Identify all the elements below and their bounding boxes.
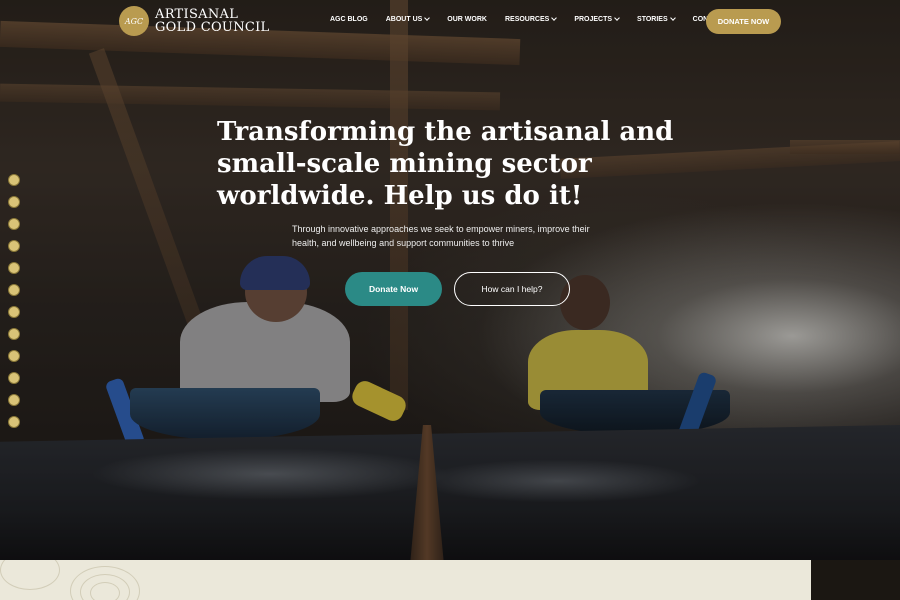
slider-dot[interactable] — [8, 416, 20, 428]
nav-item-label: STORIES — [637, 16, 668, 23]
nav-item-label: RESOURCES — [504, 16, 550, 23]
slider-dot[interactable] — [8, 174, 20, 186]
contour-pattern — [0, 560, 60, 590]
nav-item-label: OUR WORK — [447, 16, 487, 23]
nav-item-label: PROJECTS — [574, 16, 613, 23]
nav-item-label: ABOUT US — [385, 16, 423, 23]
slider-dot[interactable] — [8, 328, 20, 340]
bottom-right-background — [811, 560, 900, 600]
slider-dot[interactable] — [8, 262, 20, 274]
logo-emblem-icon: AGC — [119, 6, 149, 36]
slider-dot[interactable] — [8, 196, 20, 208]
how-can-i-help-button[interactable]: How can I help? — [454, 272, 570, 306]
slider-dot[interactable] — [8, 306, 20, 318]
nav-item-label: AGC BLOG — [330, 16, 368, 23]
main-navigation: AGC BLOG ABOUT US OUR WORK RESOURCES PRO… — [330, 15, 756, 23]
logo-badge-text: AGC — [124, 16, 144, 26]
nav-item-agc-blog[interactable]: AGC BLOG — [330, 16, 368, 23]
nav-item-projects[interactable]: PROJECTS — [574, 15, 620, 23]
nav-item-stories[interactable]: STORIES — [637, 15, 676, 23]
contour-pattern — [90, 582, 120, 600]
hero-background-image — [0, 0, 900, 560]
slider-dot[interactable] — [8, 394, 20, 406]
slider-dot[interactable] — [8, 240, 20, 252]
image-overlay — [0, 0, 900, 560]
content-section-panel — [0, 560, 811, 600]
logo-line-2: GOLD COUNCIL — [155, 20, 270, 35]
chevron-down-icon — [669, 15, 676, 21]
slider-pagination — [8, 174, 20, 428]
slider-dot[interactable] — [8, 284, 20, 296]
nav-item-about-us[interactable]: ABOUT US — [385, 15, 431, 23]
chevron-down-icon — [614, 15, 620, 21]
donate-now-button[interactable]: DONATE NOW — [706, 9, 781, 34]
hero-donate-button[interactable]: Donate Now — [345, 272, 442, 306]
slider-dot[interactable] — [8, 372, 20, 384]
nav-item-our-work[interactable]: OUR WORK — [447, 16, 487, 23]
hero-subtitle: Through innovative approaches we seek to… — [292, 224, 590, 248]
hero-title: Transforming the artisanal and small-sca… — [217, 117, 674, 211]
slider-dot[interactable] — [8, 218, 20, 230]
logo-wordmark: ARTISANAL GOLD COUNCIL — [155, 8, 269, 34]
slider-dot[interactable] — [8, 350, 20, 362]
chevron-down-icon — [551, 15, 558, 21]
nav-item-resources[interactable]: RESOURCES — [504, 15, 558, 23]
site-logo[interactable]: AGC ARTISANAL GOLD COUNCIL — [119, 6, 269, 36]
chevron-down-icon — [424, 15, 431, 21]
